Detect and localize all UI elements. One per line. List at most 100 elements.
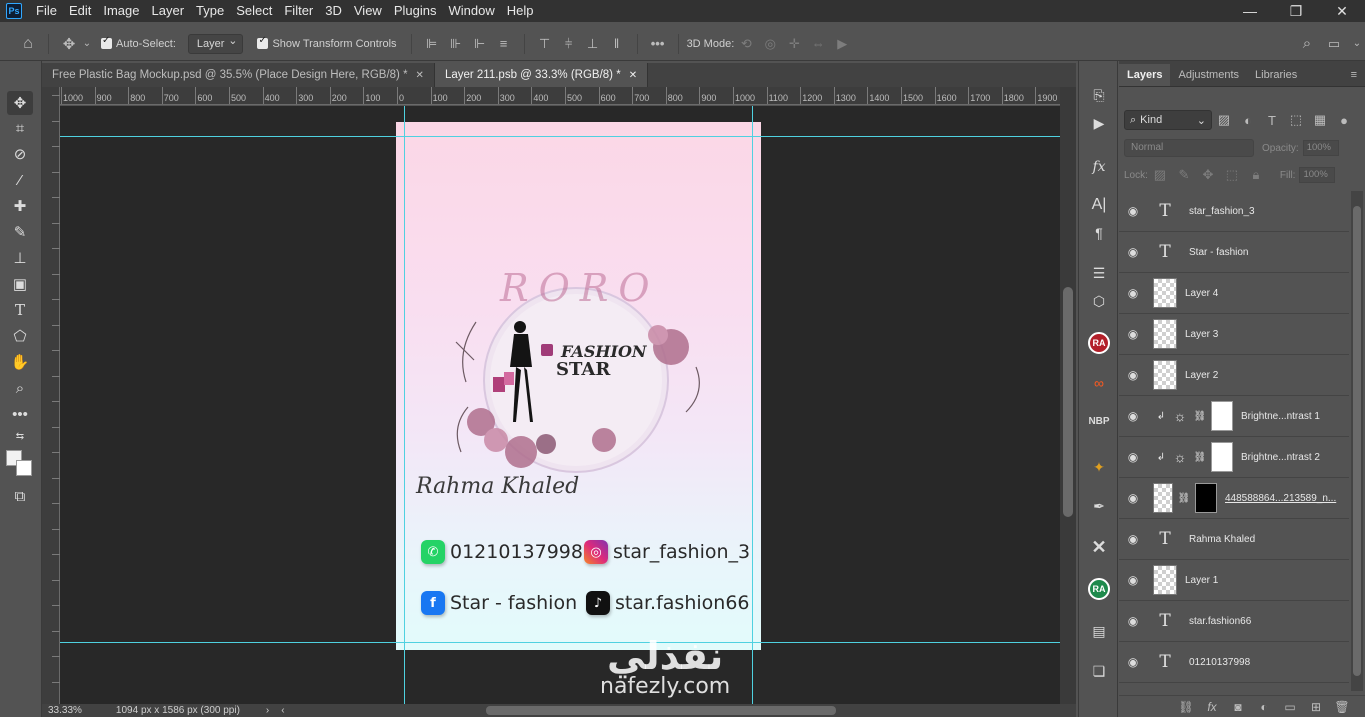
lock-artboard-icon[interactable]: ⬚ bbox=[1220, 167, 1244, 183]
properties-icon[interactable]: ☰ bbox=[1086, 261, 1112, 285]
scroll-thumb[interactable] bbox=[1353, 206, 1361, 676]
tab-document-1[interactable]: Free Plastic Bag Mockup.psd @ 35.5% (Pla… bbox=[42, 63, 435, 87]
document-canvas[interactable]: RORO FASHION STAR Rahma Khaled ✆ 0121013… bbox=[396, 122, 761, 650]
visibility-eye-icon[interactable]: ◉ bbox=[1119, 286, 1147, 300]
layer-row[interactable]: ◉ T Rahma Khaled bbox=[1119, 519, 1349, 560]
lock-position-icon[interactable]: ✥ bbox=[1196, 167, 1220, 183]
background-color-swatch[interactable] bbox=[16, 460, 32, 476]
scroll-thumb[interactable] bbox=[1063, 287, 1073, 517]
zoom-level[interactable]: 33.33% bbox=[48, 705, 82, 716]
delete-layer-icon[interactable]: 🗑︎ bbox=[1329, 700, 1355, 714]
layer-row[interactable]: ◉ Layer 3 bbox=[1119, 314, 1349, 355]
lock-all-icon[interactable]: 🔒︎ bbox=[1244, 167, 1268, 183]
smart-object-filter-icon[interactable]: ▦ bbox=[1308, 112, 1332, 128]
visibility-eye-icon[interactable]: ◉ bbox=[1119, 532, 1147, 546]
quick-select-tool-icon[interactable]: ⊘ bbox=[7, 142, 33, 166]
show-transform-controls-checkbox[interactable]: Show Transform Controls bbox=[257, 35, 397, 50]
play-actions-icon[interactable]: ▶ bbox=[1086, 111, 1112, 135]
layer-row[interactable]: ◉ Layer 4 bbox=[1119, 273, 1349, 314]
chevron-down-icon[interactable]: ⌄ bbox=[1345, 38, 1365, 49]
canvas-vertical-scrollbar[interactable] bbox=[1060, 87, 1076, 704]
3d-orbit-icon[interactable]: ⟲ bbox=[734, 36, 758, 52]
auto-select-target-dropdown[interactable]: Layer bbox=[187, 32, 244, 54]
brush-plugin-icon[interactable]: ✦ bbox=[1086, 455, 1112, 479]
layer-row[interactable]: ◉ T star.fashion66 bbox=[1119, 601, 1349, 642]
link-layers-icon[interactable]: ⛓ bbox=[1173, 700, 1199, 714]
visibility-eye-icon[interactable]: ◉ bbox=[1119, 655, 1147, 669]
layer-mask-thumbnail[interactable] bbox=[1211, 442, 1233, 472]
paragraph-icon[interactable]: ¶ bbox=[1086, 221, 1112, 245]
visibility-eye-icon[interactable]: ◉ bbox=[1119, 327, 1147, 341]
align-top-icon[interactable]: ⊤ bbox=[533, 36, 557, 52]
layer-mask-thumbnail[interactable] bbox=[1195, 483, 1217, 513]
align-panel-icon[interactable]: ▤ bbox=[1086, 619, 1112, 643]
crop-tool-icon[interactable]: ⌗ bbox=[7, 116, 33, 140]
clone-stamp-tool-icon[interactable]: ⊥ bbox=[7, 246, 33, 270]
hand-tool-icon[interactable]: ✋ bbox=[7, 350, 33, 374]
menu-select[interactable]: Select bbox=[230, 0, 278, 22]
ra-plugin-green-icon[interactable]: RA bbox=[1086, 577, 1112, 601]
ra-plugin-red-icon[interactable]: RA bbox=[1086, 331, 1112, 355]
minimize-icon[interactable]: — bbox=[1227, 0, 1273, 22]
menu-file[interactable]: File bbox=[30, 0, 63, 22]
brush-tool-icon[interactable]: ✎ bbox=[7, 220, 33, 244]
adjustment-filter-icon[interactable]: ◐ bbox=[1236, 113, 1260, 128]
new-group-icon[interactable]: ▭ bbox=[1277, 700, 1303, 714]
horizontal-scroll-thumb[interactable] bbox=[486, 706, 836, 715]
move-tool-icon[interactable]: ✥ bbox=[7, 91, 33, 115]
3d-roll-icon[interactable]: ◎ bbox=[758, 36, 782, 52]
filter-toggle-icon[interactable]: ● bbox=[1332, 113, 1356, 128]
gradient-plugin-icon[interactable]: ∞ bbox=[1086, 371, 1112, 395]
visibility-eye-icon[interactable]: ◉ bbox=[1119, 614, 1147, 628]
menu-window[interactable]: Window bbox=[442, 0, 500, 22]
filter-kind-dropdown[interactable]: ⌕ Kind ⌄ bbox=[1124, 110, 1212, 130]
layers-scrollbar[interactable] bbox=[1351, 191, 1363, 691]
more-options-icon[interactable]: ••• bbox=[646, 36, 670, 51]
add-mask-icon[interactable]: ◙ bbox=[1225, 700, 1251, 714]
zoom-tool-icon[interactable]: ⌕ bbox=[7, 376, 33, 400]
lock-pixels-icon[interactable]: ▨ bbox=[1148, 167, 1172, 183]
chevron-left-icon[interactable]: ‹ bbox=[281, 705, 284, 716]
canvas-area[interactable]: RORO FASHION STAR Rahma Khaled ✆ 0121013… bbox=[60, 106, 1060, 704]
blend-mode-dropdown[interactable]: Normal bbox=[1124, 139, 1254, 157]
menu-view[interactable]: View bbox=[348, 0, 388, 22]
character-icon[interactable]: A| bbox=[1086, 193, 1112, 217]
lock-paint-icon[interactable]: ✎ bbox=[1172, 167, 1196, 183]
type-filter-icon[interactable]: T bbox=[1260, 113, 1284, 128]
path-selection-tool-icon[interactable]: ⬠ bbox=[7, 324, 33, 348]
guide-line[interactable] bbox=[404, 106, 405, 704]
swap-colors-icon[interactable]: ⇆ bbox=[7, 429, 33, 443]
layer-row[interactable]: ◉ Layer 1 bbox=[1119, 560, 1349, 601]
visibility-eye-icon[interactable]: ◉ bbox=[1119, 245, 1147, 259]
fill-input[interactable]: 100% bbox=[1299, 167, 1336, 183]
new-layer-icon[interactable]: ⊞ bbox=[1303, 700, 1329, 714]
more-tools-icon[interactable]: ••• bbox=[7, 402, 33, 426]
menu-3d[interactable]: 3D bbox=[319, 0, 348, 22]
brushes-icon[interactable]: ✒ bbox=[1086, 494, 1112, 518]
3d-cube-icon[interactable]: ⬡ bbox=[1086, 289, 1112, 313]
nbp-plugin-icon[interactable]: NBP bbox=[1086, 409, 1112, 433]
fx-styles-icon[interactable]: fx bbox=[1086, 155, 1112, 179]
horizontal-ruler[interactable]: 1000 900 800 700 600 500 400 300 200 100 0 100 200 30… bbox=[60, 87, 1060, 105]
gradient-tool-icon[interactable]: ▣ bbox=[7, 272, 33, 296]
tab-libraries[interactable]: Libraries bbox=[1247, 64, 1305, 86]
search-icon[interactable]: ⌕ bbox=[1295, 35, 1319, 52]
guide-line[interactable] bbox=[60, 136, 1060, 137]
panel-menu-icon[interactable]: ≡ bbox=[1343, 64, 1365, 86]
distribute-icon[interactable]: ≡ bbox=[492, 36, 516, 51]
move-tool-preset-icon[interactable]: ✥ bbox=[57, 35, 81, 53]
layer-row[interactable]: ◉ Layer 2 bbox=[1119, 355, 1349, 396]
align-right-icon[interactable]: ⊩ bbox=[468, 36, 492, 52]
align-center-icon[interactable]: ⊪ bbox=[444, 36, 468, 52]
guide-line[interactable] bbox=[60, 642, 1060, 643]
align-bottom-icon[interactable]: ⊥ bbox=[581, 36, 605, 52]
menu-plugins[interactable]: Plugins bbox=[388, 0, 443, 22]
menu-edit[interactable]: Edit bbox=[63, 0, 97, 22]
visibility-eye-icon[interactable]: ◉ bbox=[1119, 204, 1147, 218]
menu-help[interactable]: Help bbox=[501, 0, 540, 22]
pixel-filter-icon[interactable]: ▨ bbox=[1212, 112, 1236, 128]
align-left-icon[interactable]: ⊫ bbox=[420, 36, 444, 52]
checkbox-icon[interactable] bbox=[257, 35, 269, 49]
layer-row[interactable]: ◉ T 01210137998 bbox=[1119, 642, 1349, 683]
layer-row[interactable]: ◉ ↲ ☼ ⛓ Brightne...ntrast 2 bbox=[1119, 437, 1349, 478]
